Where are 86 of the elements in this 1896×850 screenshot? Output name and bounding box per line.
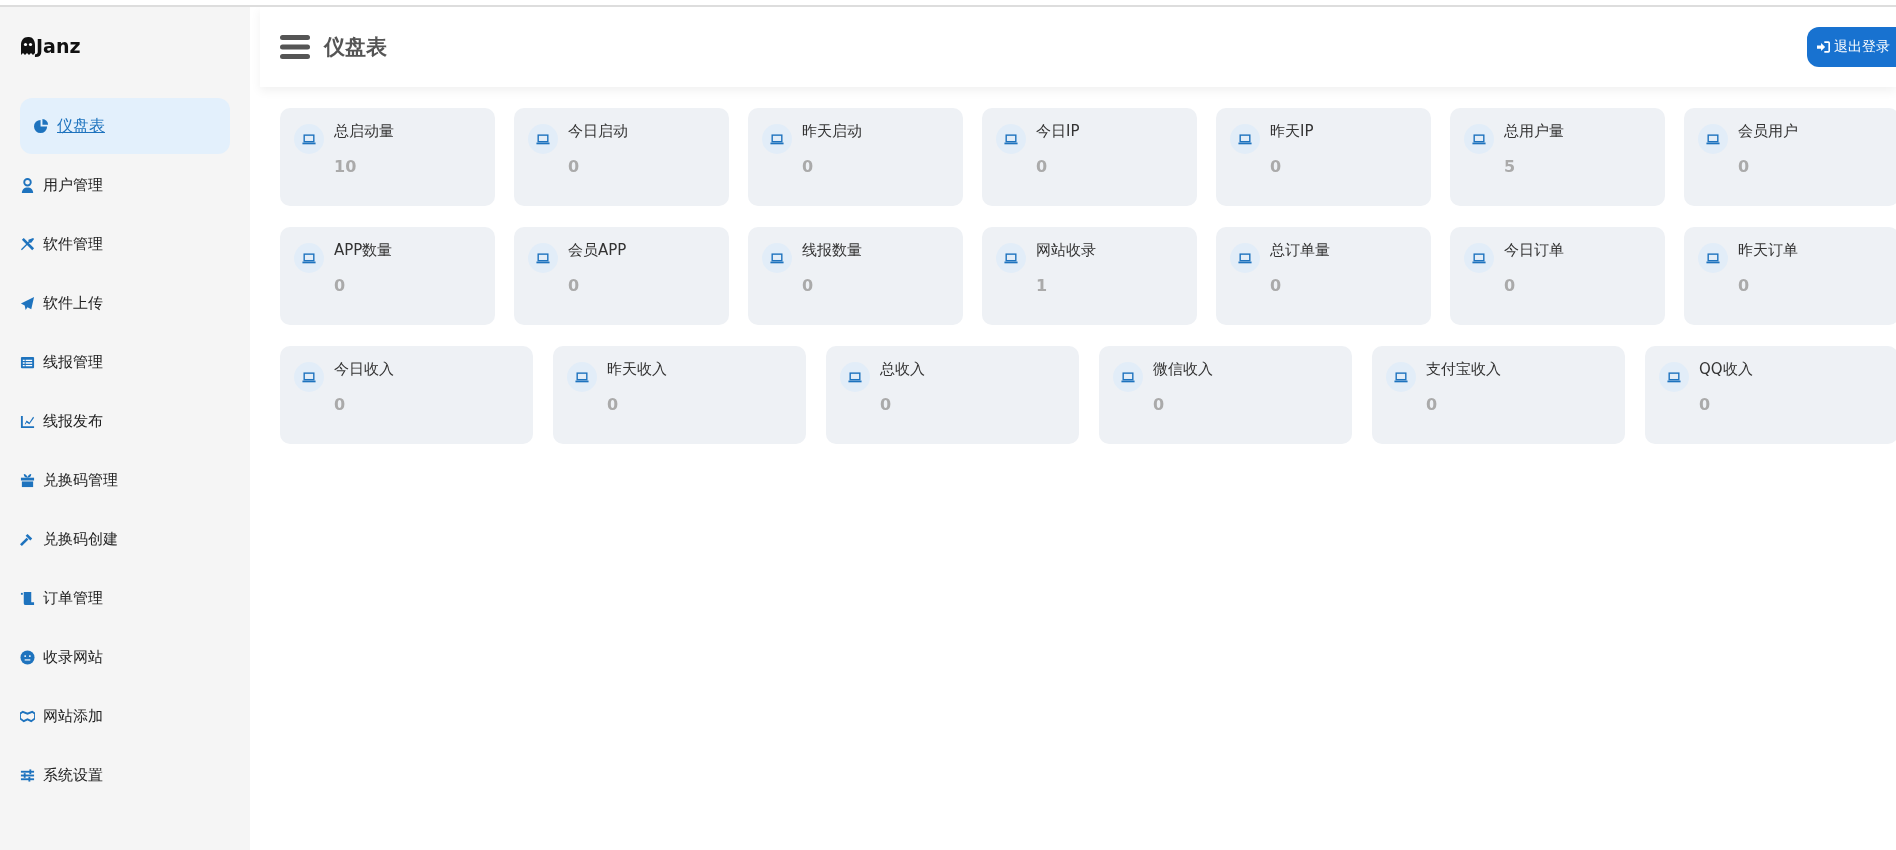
laptop-icon (1113, 362, 1143, 392)
stat-label: 微信收入 (1153, 360, 1213, 379)
laptop-icon (1698, 243, 1728, 273)
stat-label: 总用户量 (1504, 122, 1564, 141)
page-title: 仪盘表 (324, 34, 387, 61)
stat-value: 0 (1426, 395, 1439, 414)
stat-value: 0 (607, 395, 620, 414)
stat-value: 5 (1504, 157, 1517, 176)
stat-value: 0 (880, 395, 893, 414)
laptop-icon (1386, 362, 1416, 392)
sidebar-item[interactable]: 软件上传 (20, 274, 230, 333)
sidebar-item[interactable]: 线报发布 (20, 392, 230, 451)
laptop-icon (1659, 362, 1689, 392)
stat-label: 昨天收入 (607, 360, 667, 379)
sidebar-item[interactable]: 收录网站 (20, 628, 230, 687)
sign-in-icon (1817, 41, 1830, 53)
stat-value: 0 (1738, 157, 1751, 176)
stat-value: 0 (802, 157, 815, 176)
laptop-icon (762, 243, 792, 273)
stat-label: QQ收入 (1699, 360, 1753, 379)
stat-value: 0 (1699, 395, 1712, 414)
laptop-icon (528, 243, 558, 273)
laptop-icon (996, 243, 1026, 273)
sidebar-item[interactable]: 软件管理 (20, 215, 230, 274)
stat-label: 网站收录 (1036, 241, 1096, 260)
laptop-icon (1230, 124, 1260, 154)
pie-chart-icon (34, 118, 49, 134)
brand-name: Janz (36, 35, 81, 57)
stat-value: 10 (334, 157, 358, 176)
stat-value: 0 (568, 157, 581, 176)
laptop-icon (1698, 124, 1728, 154)
stat-value: 0 (334, 395, 347, 414)
sidebar-item[interactable]: 订单管理 (20, 569, 230, 628)
laptop-icon (294, 243, 324, 273)
sidebar-item[interactable]: 线报管理 (20, 333, 230, 392)
stat-value: 1 (1036, 276, 1049, 295)
stat-label: 会员用户 (1738, 122, 1798, 141)
laptop-icon (1464, 243, 1494, 273)
stat-label: 总收入 (880, 360, 925, 379)
sidebar-item[interactable]: 网站添加 (20, 687, 230, 746)
sidebar-item[interactable]: 系统设置 (20, 746, 230, 805)
stat-label: 会员APP (568, 241, 627, 260)
sidebar-item[interactable]: 用户管理 (20, 156, 230, 215)
laptop-icon (1464, 124, 1494, 154)
stat-value: 0 (1504, 276, 1517, 295)
logout-button[interactable]: 退出登录 (1807, 27, 1896, 67)
stat-label: 支付宝收入 (1426, 360, 1501, 379)
stat-value: 0 (1036, 157, 1049, 176)
menu-icon[interactable] (280, 35, 310, 59)
stat-label: 线报数量 (802, 241, 862, 260)
laptop-icon (567, 362, 597, 392)
laptop-icon (762, 124, 792, 154)
face-icon (20, 650, 35, 665)
stat-label: 总订单量 (1270, 241, 1330, 260)
tools-icon (20, 237, 35, 252)
ghost-icon (20, 37, 36, 55)
stat-label: 今日订单 (1504, 241, 1564, 260)
stat-value: 0 (1153, 395, 1166, 414)
user-icon (20, 178, 35, 193)
stat-label: 今日IP (1036, 122, 1080, 141)
stat-label: 总启动量 (334, 122, 394, 141)
stat-label: APP数量 (334, 241, 393, 260)
laptop-icon (996, 124, 1026, 154)
hammer-icon (20, 532, 35, 547)
paper-plane-icon (20, 296, 35, 311)
stat-label: 今日收入 (334, 360, 394, 379)
sidebar-item[interactable]: 兑换码创建 (20, 510, 230, 569)
stat-value: 0 (802, 276, 815, 295)
stat-label: 昨天启动 (802, 122, 862, 141)
stat-value: 0 (334, 276, 347, 295)
stat-label: 今日启动 (568, 122, 628, 141)
stat-value: 0 (568, 276, 581, 295)
laptop-icon (294, 362, 324, 392)
sliders-icon (20, 768, 35, 783)
stat-value: 0 (1270, 157, 1283, 176)
stat-label: 昨天IP (1270, 122, 1314, 141)
gift-icon (20, 473, 35, 488)
laptop-icon (528, 124, 558, 154)
stat-value: 0 (1738, 276, 1751, 295)
stat-label: 昨天订单 (1738, 241, 1798, 260)
laptop-icon (1230, 243, 1260, 273)
laptop-icon (294, 124, 324, 154)
laptop-icon (840, 362, 870, 392)
list-icon (20, 355, 35, 370)
stat-value: 0 (1270, 276, 1283, 295)
sidebar-item[interactable]: 兑换码管理 (20, 451, 230, 510)
